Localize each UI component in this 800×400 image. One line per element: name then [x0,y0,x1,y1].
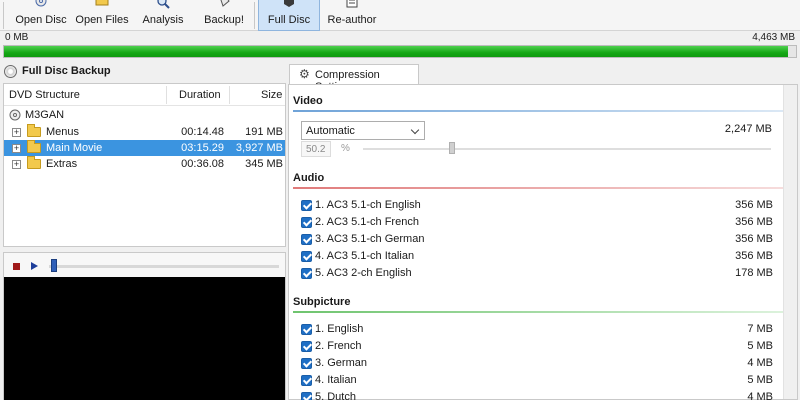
dvd-structure-tree[interactable]: DVD Structure Duration Size M3GAN + Menu… [3,83,286,247]
preview-player [3,252,286,400]
folder-icon [27,124,41,137]
video-mode-dropdown[interactable]: Automatic [301,121,425,140]
checkbox[interactable] [301,251,312,262]
re-author-button[interactable]: Re-author [324,0,380,31]
checkbox[interactable] [301,358,312,369]
tab-compression-settings[interactable]: ⚙ Compression Settings [289,64,419,93]
column-divider [166,86,167,104]
chevron-down-icon [410,125,420,135]
wrench-icon: ⚙ [299,67,310,81]
audio-track-item[interactable]: 4. AC3 5.1-ch Italian 356 MB [301,249,773,265]
subpicture-heading: Subpicture [293,296,351,308]
stop-icon[interactable] [13,263,20,270]
folder-icon [27,156,41,169]
checkbox[interactable] [301,375,312,386]
seek-track[interactable] [49,265,279,268]
subpicture-track-item[interactable]: 3. German 4 MB [301,356,773,372]
checkbox[interactable] [301,324,312,335]
expand-icon[interactable]: + [12,128,21,137]
disc-icon [9,109,21,121]
video-preview-screen [4,277,285,400]
folder-icon [27,140,41,153]
audio-track-item[interactable]: 1. AC3 5.1-ch English 356 MB [301,198,773,214]
video-percent-field[interactable]: 50.2 [301,141,331,157]
backup-button[interactable]: Backup! [199,0,249,31]
subpicture-track-item[interactable]: 1. English 7 MB [301,322,773,338]
disc-size-bar: 0 MB 4,463 MB [0,31,800,61]
open-files-button[interactable]: Open Files [72,0,132,31]
compression-settings-panel: Video Automatic 2,247 MB 50.2 % Audio 1.… [288,84,798,400]
column-dvd-structure[interactable]: DVD Structure [9,89,80,101]
reauthor-icon [346,0,358,8]
full-disc-backup-header: Full Disc Backup [0,61,286,83]
size-min-label: 0 MB [5,32,29,43]
checkbox[interactable] [301,234,312,245]
subpicture-divider [293,311,783,313]
video-divider [293,110,783,112]
disc-icon [4,65,17,78]
full-disc-button[interactable]: Full Disc [258,0,320,31]
audio-track-item[interactable]: 3. AC3 5.1-ch German 356 MB [301,232,773,248]
audio-divider [293,187,783,189]
play-icon[interactable] [31,262,38,270]
tree-header: DVD Structure Duration Size [4,84,285,106]
tree-root[interactable]: M3GAN [4,107,285,123]
checkbox[interactable] [301,217,312,228]
tree-row-main-movie[interactable]: + Main Movie 03:15.29 3,927 MB [4,140,285,156]
toolbar: Open Disc Open Files Analysis Backup! Fu… [0,0,800,31]
expand-icon[interactable]: + [12,144,21,153]
analysis-button[interactable]: Analysis [138,0,188,31]
seek-handle[interactable] [51,259,57,272]
subpicture-track-item[interactable]: 4. Italian 5 MB [301,373,773,389]
checkbox[interactable] [301,341,312,352]
toolbar-separator [254,2,255,29]
tree-row-menus[interactable]: + Menus 00:14.48 191 MB [4,124,285,140]
open-disc-button[interactable]: Open Disc [8,0,74,31]
expand-icon[interactable]: + [12,160,21,169]
video-quality-slider[interactable] [363,148,771,150]
panel-title: Full Disc Backup [22,65,111,77]
audio-track-item[interactable]: 5. AC3 2-ch English 178 MB [301,266,773,282]
checkbox[interactable] [301,268,312,279]
column-divider [229,86,230,104]
full-disc-icon [284,0,294,7]
column-duration[interactable]: Duration [179,89,221,101]
video-size: 2,247 MB [724,123,772,135]
audio-heading: Audio [293,172,325,184]
subpicture-track-item[interactable]: 2. French 5 MB [301,339,773,355]
size-progress-track [3,45,797,58]
column-size[interactable]: Size [261,89,282,101]
checkbox[interactable] [301,200,312,211]
folder-icon [95,0,109,6]
scrollbar[interactable] [783,85,797,399]
video-slider-handle[interactable] [448,142,455,154]
tree-row-extras[interactable]: + Extras 00:36.08 345 MB [4,156,285,172]
size-max-label: 4,463 MB [752,32,795,43]
size-progress-fill [4,46,789,57]
toolbar-separator [3,2,4,29]
subpicture-track-item[interactable]: 5. Dutch 4 MB [301,390,773,400]
checkbox[interactable] [301,392,312,400]
magnifier-icon [157,0,170,9]
backup-icon [220,0,230,7]
percent-unit: % [341,143,350,154]
disc-icon [35,0,47,7]
audio-track-item[interactable]: 2. AC3 5.1-ch French 356 MB [301,215,773,231]
video-heading: Video [293,95,323,107]
